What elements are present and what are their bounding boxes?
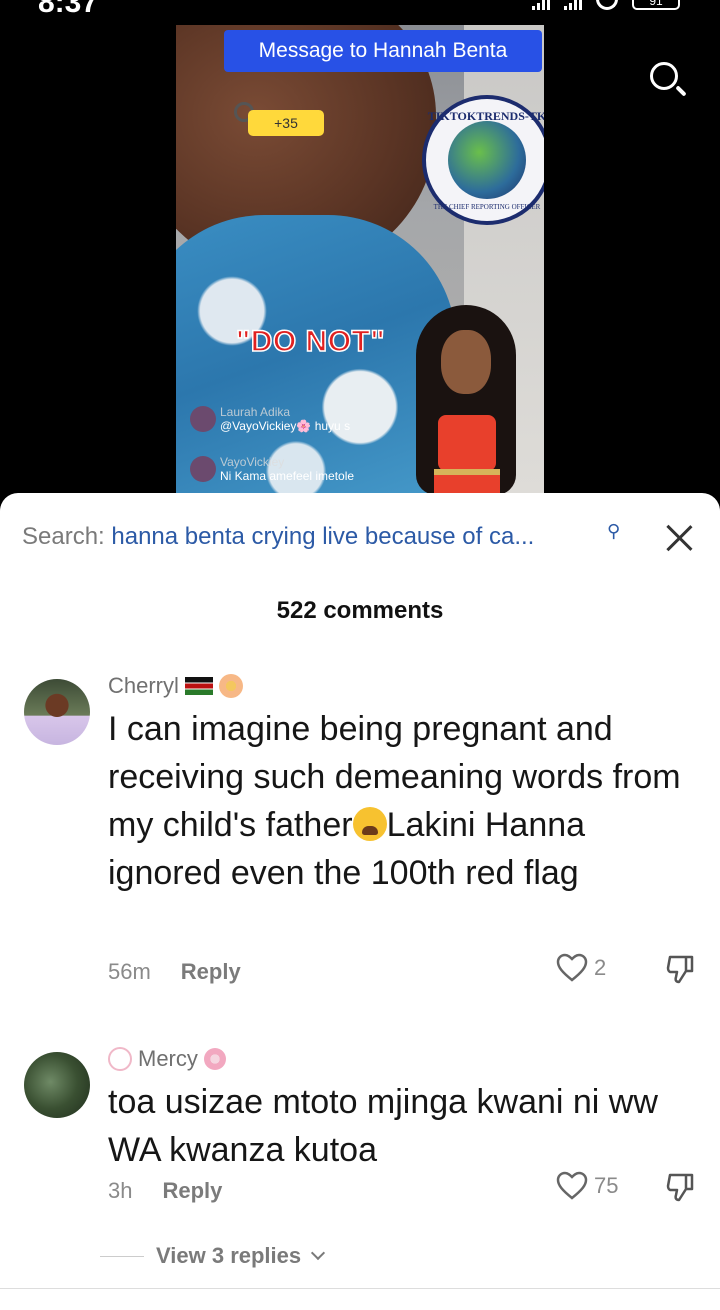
cherry-blossom-icon [203,1048,226,1070]
comment-time: 3h [108,1178,133,1203]
like-button[interactable]: 2 [556,953,606,983]
kenya-flag-icon [184,677,213,695]
live-comment: VayoVickiey Ni Kama amefeel imetole [190,455,354,483]
view-replies-button[interactable]: View 3 replies [100,1243,326,1269]
tired-face-icon [352,807,387,841]
battery-icon: 91 [632,0,680,10]
chevron-down-icon [311,1245,326,1261]
heart-icon [556,953,588,983]
close-icon[interactable] [664,523,694,553]
related-search-link[interactable]: Search: hanna benta crying live because … [22,523,622,551]
reply-button[interactable]: Reply [181,959,241,985]
live-comment-text: @VayoVickiey🌸 huyu s [220,419,351,433]
search-query[interactable]: hanna benta crying live because of ca... [111,523,534,550]
cell-signal-icon [532,0,550,10]
like-count: 75 [594,1173,619,1198]
username-text: Mercy [138,1046,198,1071]
comments-count: 522 comments [276,597,444,624]
bottom-divider [0,1288,720,1310]
avatar[interactable] [24,1052,90,1118]
comment-username[interactable]: Mercy [108,1046,226,1072]
live-comment-user: Laurah Adika [220,405,291,419]
live-comment-avatar [190,406,216,432]
comment-text: toa usizae mtoto mjinga kwani ni ww WA k… [108,1083,658,1169]
cell-signal-2-icon [564,0,582,10]
channel-logo-badge: TIKTOKTRENDS-TK THE CHIEF REPORTING OFFI… [422,95,544,225]
status-bar: 8:37 91 [0,0,720,22]
flower-outline-icon [108,1047,132,1071]
small-search-icon: ⚲ [607,521,621,541]
comment-time: 56m [108,959,151,984]
like-count: 2 [594,955,607,980]
comment-username[interactable]: Cherryl [108,673,243,699]
search-prefix: Search: [22,523,105,550]
comments-sheet: Search: hanna benta crying live because … [0,493,720,1310]
divider [100,1255,144,1257]
comment-meta: 56m Reply [108,959,241,985]
search-icon[interactable] [648,60,688,100]
comment-meta: 3h Reply [108,1178,222,1204]
avatar[interactable] [24,679,90,745]
status-icons: 91 [532,0,680,10]
dislike-icon[interactable] [664,953,696,985]
woman-cutout [406,305,544,495]
wifi-icon [596,0,618,10]
badge-globe-icon [448,121,526,199]
heart-icon [556,1171,588,1201]
video-player[interactable]: Message to Hannah Benta +35 TIKTOKTRENDS… [176,25,544,495]
badge-bottom-text: THE CHIEF REPORTING OFFICER [433,203,541,211]
overlay-text: "DO NOT" [235,324,386,359]
gift-count-tag: +35 [248,110,324,136]
username-text: Cherryl [108,673,179,698]
live-comment-avatar [190,456,216,482]
view-replies-label: View 3 replies [156,1243,302,1268]
video-banner: Message to Hannah Benta [224,30,542,72]
live-comment-user: VayoVickiey [220,455,285,469]
reply-button[interactable]: Reply [162,1178,222,1204]
comment-text: I can imagine being pregnant and receivi… [108,710,681,892]
live-comment-text: Ni Kama amefeel imetole [220,469,355,483]
like-button[interactable]: 75 [556,1171,618,1201]
dislike-icon[interactable] [664,1171,696,1203]
live-comment: Laurah Adika @VayoVickiey🌸 huyu s [190,405,350,433]
status-time: 8:37 [38,0,99,19]
flower-icon [218,674,243,698]
